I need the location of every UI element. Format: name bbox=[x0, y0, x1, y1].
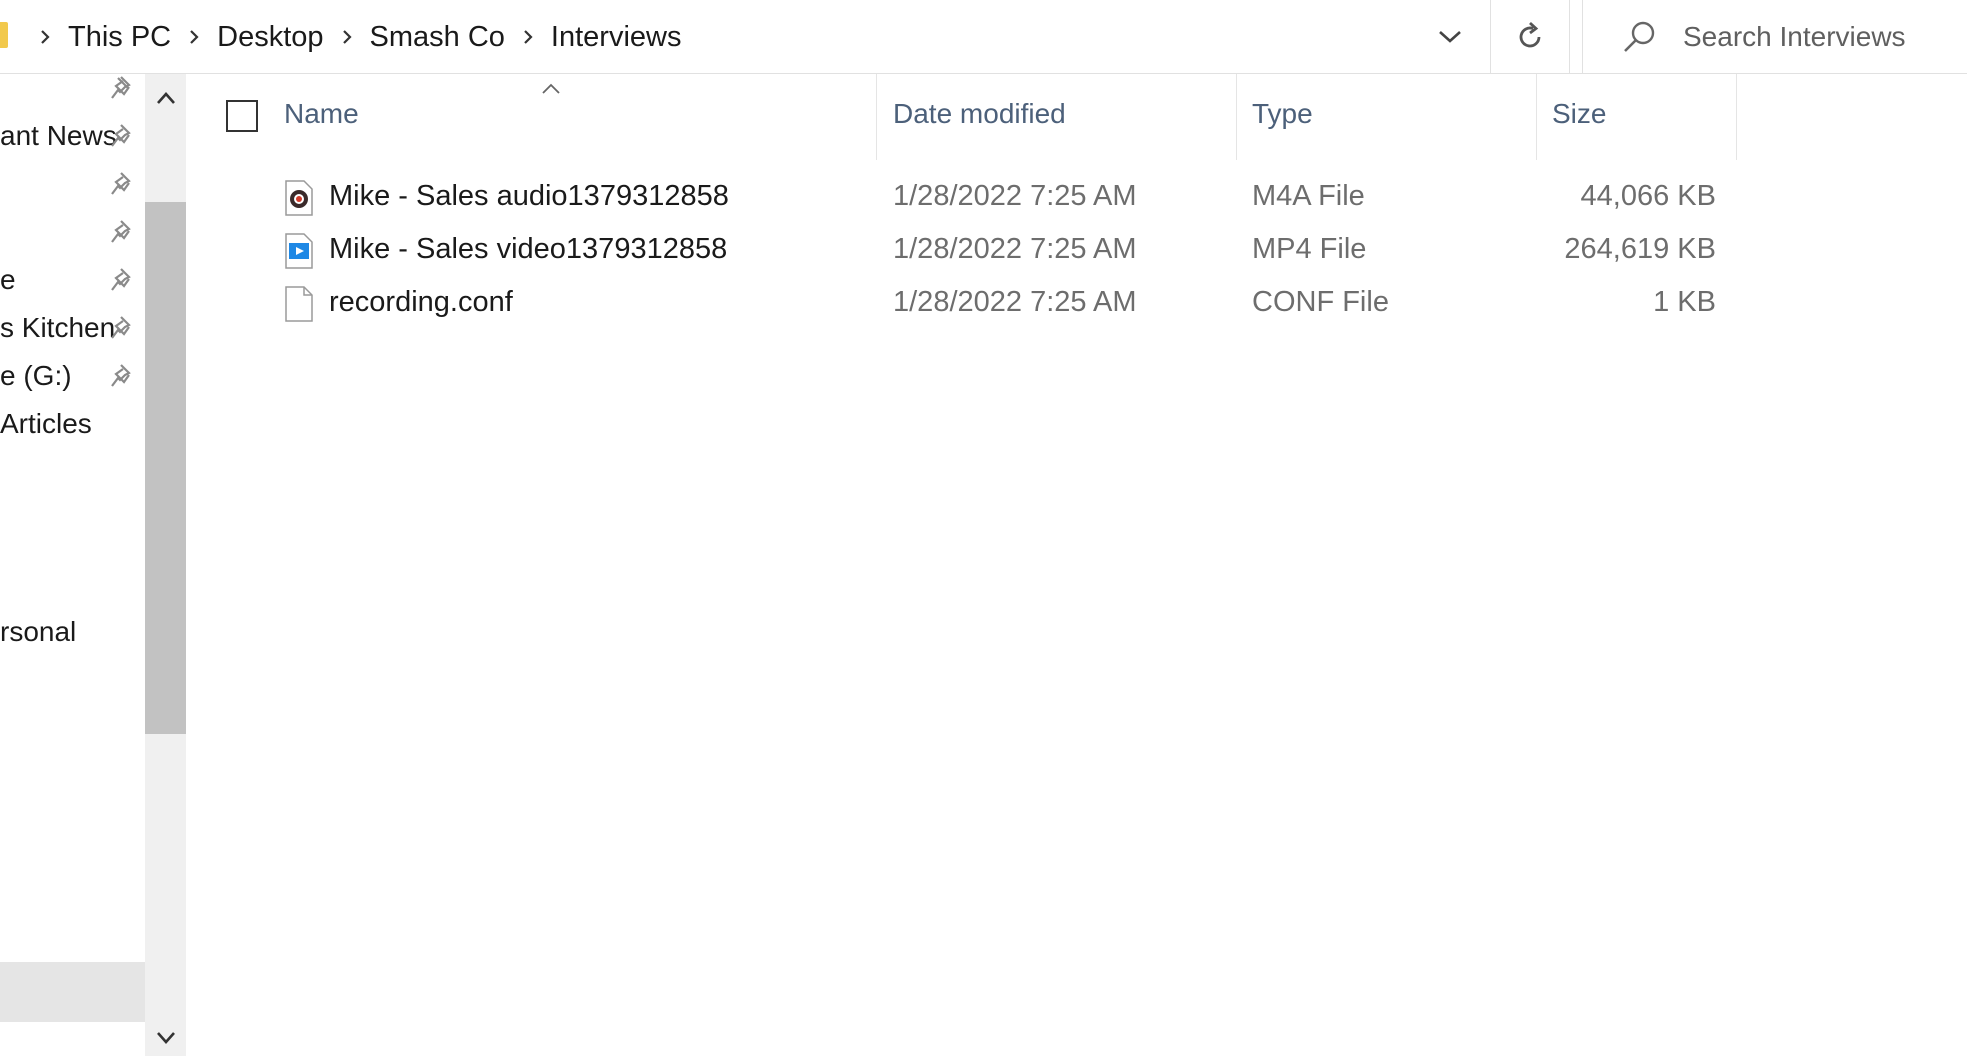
nav-item-label: e bbox=[0, 264, 16, 295]
column-divider[interactable] bbox=[1536, 74, 1537, 160]
file-row[interactable]: recording.conf 1/28/2022 7:25 AM CONF Fi… bbox=[186, 276, 1746, 328]
recent-locations-button[interactable] bbox=[1420, 0, 1480, 74]
search-box[interactable] bbox=[1582, 0, 1967, 74]
column-header-row: Name Date modified Type Size bbox=[186, 74, 1746, 160]
pin-icon bbox=[111, 124, 131, 147]
column-header-date-modified[interactable]: Date modified bbox=[893, 98, 1066, 130]
nav-item[interactable] bbox=[0, 74, 145, 112]
video-file-icon bbox=[285, 233, 313, 269]
scroll-down-button[interactable] bbox=[145, 1020, 186, 1056]
pin-icon bbox=[111, 220, 131, 243]
chevron-right-icon[interactable] bbox=[179, 0, 209, 74]
nav-item-label: ant News bbox=[0, 120, 117, 151]
select-all-checkbox[interactable] bbox=[226, 100, 258, 132]
nav-item[interactable]: e bbox=[0, 256, 145, 304]
column-divider[interactable] bbox=[876, 74, 877, 160]
folder-icon bbox=[0, 22, 8, 48]
file-name[interactable]: Mike - Sales audio1379312858 bbox=[329, 180, 729, 213]
file-size: 1 KB bbox=[1653, 286, 1716, 318]
nav-item[interactable]: rsonal bbox=[0, 608, 145, 656]
nav-item-label: e (G:) bbox=[0, 360, 72, 391]
address-bar[interactable]: This PC Desktop Smash Co Interviews bbox=[0, 0, 1490, 74]
breadcrumb-interviews[interactable]: Interviews bbox=[543, 21, 690, 54]
breadcrumb-smash-co[interactable]: Smash Co bbox=[362, 21, 513, 54]
refresh-icon bbox=[1519, 21, 1541, 48]
nav-item[interactable]: e (G:) bbox=[0, 352, 145, 400]
file-size: 264,619 KB bbox=[1564, 233, 1716, 265]
chevron-right-icon[interactable] bbox=[513, 0, 543, 74]
column-header-size[interactable]: Size bbox=[1552, 98, 1606, 130]
file-type: M4A File bbox=[1252, 180, 1365, 212]
column-header-type[interactable]: Type bbox=[1252, 98, 1313, 130]
breadcrumb-this-pc[interactable]: This PC bbox=[60, 21, 179, 54]
file-name[interactable]: Mike - Sales video1379312858 bbox=[329, 233, 727, 266]
column-header-name[interactable]: Name bbox=[284, 98, 359, 130]
file-date-modified: 1/28/2022 7:25 AM bbox=[893, 180, 1137, 212]
nav-item[interactable]: s Kitchen bbox=[0, 304, 145, 352]
file-name[interactable]: recording.conf bbox=[329, 286, 513, 319]
pin-icon bbox=[111, 76, 131, 99]
chevron-up-icon bbox=[156, 92, 175, 104]
file-row[interactable]: Mike - Sales video1379312858 1/28/2022 7… bbox=[186, 223, 1746, 275]
scroll-up-button[interactable] bbox=[145, 80, 186, 116]
nav-item[interactable] bbox=[0, 160, 145, 208]
file-date-modified: 1/28/2022 7:25 AM bbox=[893, 233, 1137, 265]
breadcrumb-desktop[interactable]: Desktop bbox=[209, 21, 331, 54]
file-type: MP4 File bbox=[1252, 233, 1367, 265]
refresh-button[interactable] bbox=[1490, 0, 1570, 74]
chevron-right-icon[interactable] bbox=[332, 0, 362, 74]
audio-file-icon bbox=[285, 180, 313, 216]
file-size: 44,066 KB bbox=[1580, 180, 1716, 212]
nav-item[interactable]: ant News bbox=[0, 112, 145, 160]
column-divider[interactable] bbox=[1236, 74, 1237, 160]
pin-icon bbox=[111, 364, 131, 387]
nav-item-label: Articles bbox=[0, 408, 92, 439]
nav-item-selected[interactable] bbox=[0, 962, 145, 1022]
nav-item[interactable] bbox=[0, 208, 145, 256]
navigation-pane: ant News e s Kitchen e (G:) Articles rso… bbox=[0, 74, 145, 1056]
file-row[interactable]: Mike - Sales audio1379312858 1/28/2022 7… bbox=[186, 170, 1746, 222]
scrollbar-thumb[interactable] bbox=[145, 202, 186, 734]
chevron-down-icon bbox=[156, 1032, 175, 1044]
file-type: CONF File bbox=[1252, 286, 1389, 318]
navigation-scrollbar[interactable] bbox=[145, 74, 186, 1056]
chevron-down-icon bbox=[1439, 31, 1461, 43]
pin-icon bbox=[111, 268, 131, 291]
breadcrumb: This PC Desktop Smash Co Interviews bbox=[30, 0, 689, 74]
sort-ascending-icon bbox=[542, 83, 560, 94]
pin-icon bbox=[111, 316, 131, 339]
column-divider[interactable] bbox=[1736, 74, 1737, 160]
search-icon bbox=[1624, 21, 1655, 52]
address-toolbar: This PC Desktop Smash Co Interviews bbox=[0, 0, 1967, 74]
pin-icon bbox=[111, 172, 131, 195]
file-date-modified: 1/28/2022 7:25 AM bbox=[893, 286, 1137, 318]
nav-item-label: s Kitchen bbox=[0, 312, 116, 343]
nav-item[interactable]: Articles bbox=[0, 400, 145, 448]
search-input[interactable] bbox=[1683, 16, 1963, 58]
blank-file-icon bbox=[285, 286, 313, 322]
file-list: Name Date modified Type Size Mike - Sale… bbox=[186, 74, 1967, 1056]
nav-item-label: rsonal bbox=[0, 616, 77, 647]
chevron-right-icon[interactable] bbox=[30, 0, 60, 74]
